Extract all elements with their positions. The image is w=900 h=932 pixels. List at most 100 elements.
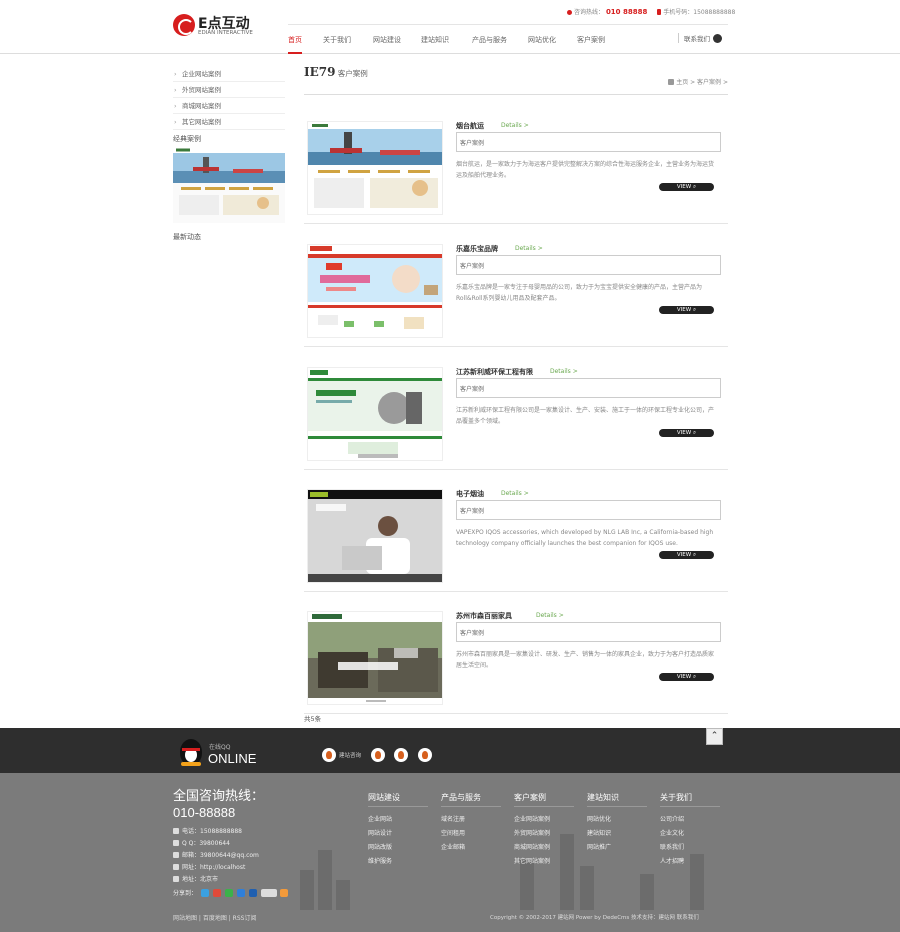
magnifier-icon: ⌕ [692, 674, 697, 680]
case-thumbnail[interactable] [307, 367, 443, 461]
footer-contact-text[interactable]: 网址：http://localhost [182, 864, 245, 871]
logo-subtitle: EDIAN INTERACTIVE [198, 30, 253, 36]
view-button[interactable]: VIEW ⌕ [659, 306, 714, 314]
city-skyline-decor [318, 850, 332, 910]
case-item: 电子烟油 Details > 客户案例 VAPEXPO IQOS accesso… [304, 469, 728, 592]
footer-contact-qq: Q Q：39800644 [173, 838, 259, 850]
nav-item-cases[interactable]: 客户案例 [577, 35, 605, 45]
magnifier-icon: ⌕ [692, 307, 697, 313]
case-name[interactable]: 电子烟油 [456, 489, 484, 499]
footer-link[interactable]: 公司介绍 [660, 813, 720, 827]
view-button[interactable]: VIEW ⌕ [659, 551, 714, 559]
case-item: 苏州市森百丽家具 Details > 客户案例 苏州市森百丽家具是一家集设计、研… [304, 591, 728, 714]
breadcrumb[interactable]: 主页 > 客户案例 > [668, 77, 728, 86]
footer-link[interactable]: 企业网站 [368, 813, 428, 827]
footer-column-title[interactable]: 建站知识 [587, 792, 647, 807]
mail-icon [173, 852, 179, 858]
case-details-link[interactable]: Details > [501, 122, 529, 129]
view-button[interactable]: VIEW ⌕ [659, 429, 714, 437]
share-qzone-icon[interactable] [200, 889, 209, 897]
hotline-label: 咨询热线： [574, 9, 605, 16]
footer-link[interactable]: 网站改版 [368, 841, 428, 855]
case-details-link[interactable]: Details > [515, 245, 543, 252]
case-thumbnail[interactable] [307, 244, 443, 338]
share-label: 分享到： [173, 890, 198, 897]
share-wechat-icon[interactable] [224, 889, 233, 897]
sidebar: 企业网站案例 外贸网站案例 商城网站案例 其它网站案例 经典案例 [173, 66, 285, 242]
case-details-link[interactable]: Details > [550, 368, 578, 375]
case-thumbnail[interactable] [307, 121, 443, 215]
view-label: VIEW [676, 430, 692, 436]
share-weibo-icon[interactable] [212, 889, 221, 897]
nav-item-website[interactable]: 网站建设 [373, 35, 401, 45]
nav-item-knowledge[interactable]: 建站知识 [421, 35, 449, 45]
logo[interactable]: E点互动 EDIAN INTERACTIVE [173, 12, 263, 40]
share-more-button[interactable] [260, 889, 277, 897]
share-tencent-icon[interactable] [236, 889, 245, 897]
qq-contact-icon[interactable] [417, 748, 432, 762]
qq-contact-icon[interactable] [322, 748, 336, 762]
footer-sitemap-links[interactable]: 网站地图 | 百度地图 | RSS订阅 [173, 913, 256, 922]
footer-contact-phone: 电话：15088888888 [173, 826, 259, 838]
classic-case-thumbnail[interactable] [173, 147, 285, 223]
case-name[interactable]: 江苏新利威环保工程有限 [456, 367, 533, 377]
footer-column-website: 网站建设 企业网站 网站设计 网站改版 维护服务 [368, 792, 428, 869]
case-name[interactable]: 乐嘉乐宝品牌 [456, 244, 498, 254]
footer-hotline-number: 010-88888 [173, 805, 236, 820]
footer-column-products: 产品与服务 域名注册 空间租用 企业邮箱 [441, 792, 501, 855]
top-contact-info: 咨询热线： 010 88888 手机号码：15088888888 [567, 7, 735, 16]
footer-column-title[interactable]: 客户案例 [514, 792, 574, 807]
footer-link[interactable]: 联系我们 [660, 841, 720, 855]
footer-link[interactable]: 建站知识 [587, 827, 647, 841]
magnifier-icon: ⌕ [692, 184, 697, 190]
home-icon [668, 79, 675, 85]
nav-item-seo[interactable]: 网站优化 [528, 35, 556, 45]
view-button[interactable]: VIEW ⌕ [659, 183, 714, 191]
mobile-label: 手机号码： [663, 9, 694, 16]
share-renren-icon[interactable] [248, 889, 257, 897]
footer-link[interactable]: 网站设计 [368, 827, 428, 841]
pagination-total: 共5条 [304, 715, 322, 723]
nav-item-about[interactable]: 关于我们 [323, 35, 351, 45]
sidebar-item-enterprise[interactable]: 企业网站案例 [173, 66, 285, 82]
sidebar-item-foreign[interactable]: 外贸网站案例 [173, 82, 285, 98]
footer-contact-text[interactable]: 邮箱：39800644@qq.com [182, 852, 259, 859]
footer-link[interactable]: 网站优化 [587, 813, 647, 827]
back-to-top-button[interactable]: ⌃ [706, 728, 723, 745]
case-item: 乐嘉乐宝品牌 Details > 客户案例 乐嘉乐宝品牌是一家专注于母婴用品的公… [304, 224, 728, 347]
view-button[interactable]: VIEW ⌕ [659, 673, 714, 681]
globe-icon [173, 864, 179, 870]
case-thumbnail[interactable] [307, 611, 443, 705]
city-skyline-decor [640, 874, 654, 910]
footer-link[interactable]: 企业文化 [660, 827, 720, 841]
case-name[interactable]: 烟台航运 [456, 121, 484, 131]
qq-contact-icon[interactable] [371, 748, 386, 762]
chevron-up-icon: ⌃ [710, 731, 719, 741]
footer-contact-list: 电话：15088888888 Q Q：39800644 邮箱：39800644@… [173, 826, 259, 886]
case-name[interactable]: 苏州市森百丽家具 [456, 611, 512, 621]
footer-link[interactable]: 空间租用 [441, 827, 501, 841]
footer-link[interactable]: 外贸网站案例 [514, 827, 574, 841]
footer-column-title[interactable]: 网站建设 [368, 792, 428, 807]
case-thumbnail[interactable] [307, 489, 443, 583]
sidebar-item-mall[interactable]: 商城网站案例 [173, 98, 285, 114]
footer-link[interactable]: 其它网站案例 [514, 855, 574, 869]
footer-link[interactable]: 企业邮箱 [441, 841, 501, 855]
footer-column-title[interactable]: 产品与服务 [441, 792, 501, 807]
share-count-icon[interactable] [280, 889, 289, 897]
nav-item-products[interactable]: 产品与服务 [472, 35, 507, 45]
case-details-link[interactable]: Details > [501, 490, 529, 497]
footer-link[interactable]: 企业网站案例 [514, 813, 574, 827]
footer-link[interactable]: 域名注册 [441, 813, 501, 827]
footer-column-title[interactable]: 关于我们 [660, 792, 720, 807]
qq-contact-icon[interactable] [394, 748, 409, 762]
case-item: 江苏新利威环保工程有限 Details > 客户案例 江苏新利威环保工程有限公司… [304, 347, 728, 470]
nav-item-home[interactable]: 首页 [288, 35, 302, 45]
footer-link[interactable]: 人才招聘 [660, 855, 720, 869]
footer-link[interactable]: 商城网站案例 [514, 841, 574, 855]
footer-link[interactable]: 网站推广 [587, 841, 647, 855]
footer-link[interactable]: 维护服务 [368, 855, 428, 869]
sidebar-item-other[interactable]: 其它网站案例 [173, 114, 285, 130]
contact-us-link[interactable]: 联系我们 [678, 33, 722, 43]
case-details-link[interactable]: Details > [536, 612, 564, 619]
